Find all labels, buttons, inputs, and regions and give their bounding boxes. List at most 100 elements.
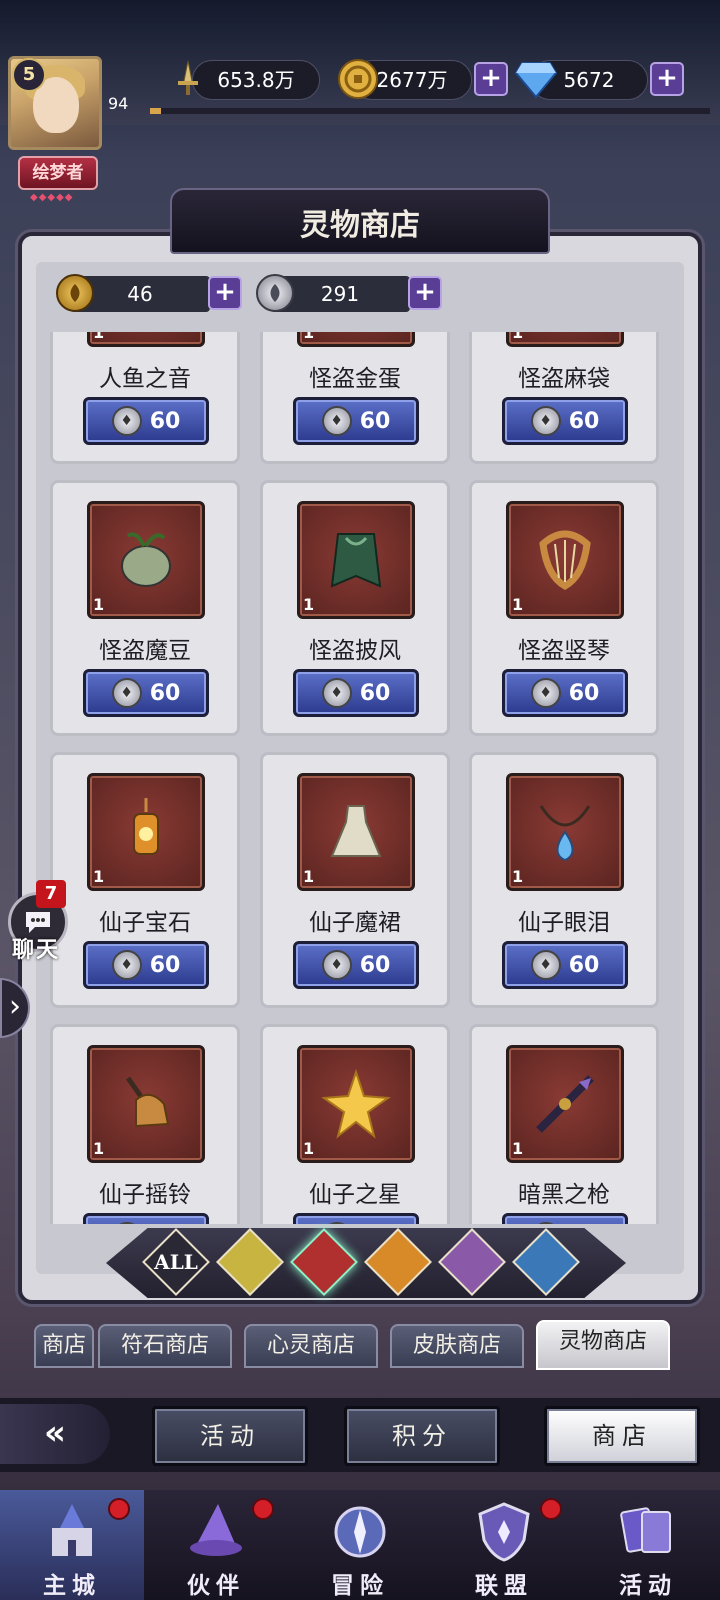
shop-item-card[interactable]: 1 仙子魔裙 ♦ 60 [260, 752, 450, 1008]
back-button[interactable]: « [0, 1404, 110, 1464]
filter-gem-button[interactable] [436, 1226, 508, 1298]
silver-spirit-coin-icon: ♦ [530, 1222, 561, 1224]
nav-item[interactable]: 冒险 [288, 1490, 432, 1600]
item-name: 仙子之星 [309, 1182, 401, 1208]
cloak-icon[interactable] [297, 501, 415, 619]
gold-plus-button[interactable]: + [474, 62, 508, 96]
nav-label: 联盟 [475, 1572, 533, 1599]
shop-item-card[interactable]: 1 仙子眼泪 ♦ 60 [469, 752, 659, 1008]
item-name: 仙子宝石 [99, 910, 191, 936]
item-name: 仙子摇铃 [99, 1182, 191, 1208]
player-level-badge: 5 [12, 58, 46, 92]
item-price: 60 [359, 952, 391, 978]
mode-button[interactable]: 积分 [344, 1406, 500, 1466]
shop-item-card[interactable]: 1 仙子之星 ♦60 [260, 1024, 450, 1224]
shop-item-card[interactable]: 1 怪盗魔豆 ♦ 60 [50, 480, 240, 736]
shop-item-card[interactable]: 1 怪盗金蛋 ♦ 60 [260, 332, 450, 464]
nav-label: 伙伴 [187, 1572, 245, 1599]
nav-item[interactable]: 主城 [0, 1490, 144, 1600]
star-icon[interactable] [297, 1045, 415, 1163]
silver-spirit-coin-icon: ♦ [111, 1222, 142, 1224]
sword-icon [164, 55, 212, 103]
gold-spirit-plus-button[interactable]: + [208, 276, 242, 310]
harp-icon[interactable] [506, 501, 624, 619]
mode-button[interactable]: 活动 [152, 1406, 308, 1466]
buy-button[interactable]: ♦60 [293, 669, 419, 717]
buy-button[interactable]: ♦60 [83, 1213, 209, 1224]
shop-subtab[interactable]: 心灵商店 [244, 1324, 378, 1368]
xp-bar [150, 108, 710, 114]
shop-item-grid[interactable]: 1 人鱼之音 ♦ 60 1 怪盗金蛋 ♦ 60 1 怪盗麻袋 ♦ 60 1 怪盗魔豆 ♦ 60 1 怪盗披风 ♦ 60… [36, 332, 684, 1224]
buy-button[interactable]: ♦60 [502, 1213, 628, 1224]
filter-all-button[interactable]: ALL [140, 1226, 212, 1298]
filter-label: ALL [154, 1250, 198, 1274]
silver-spirit-coin-icon [256, 274, 294, 312]
lantern-gem-icon[interactable] [87, 773, 205, 891]
item-quantity: 1 [93, 1139, 105, 1158]
buy-button[interactable]: ♦60 [293, 397, 419, 445]
diamond-plus-button[interactable]: + [650, 62, 684, 96]
item-price: 60 [359, 680, 391, 706]
filter-gem-button[interactable] [510, 1226, 582, 1298]
nav-label: 主城 [43, 1572, 101, 1599]
filter-gem-button[interactable] [214, 1226, 286, 1298]
item-quantity: 1 [512, 867, 524, 886]
shop-item-card[interactable]: 1 怪盗披风 ♦ 60 [260, 480, 450, 736]
item-quantity: 1 [512, 332, 524, 342]
fairy-dress-icon[interactable] [297, 773, 415, 891]
chat-label[interactable]: 聊天 [12, 932, 60, 964]
buy-button[interactable]: ♦60 [83, 669, 209, 717]
chat-unread-badge: 7 [36, 880, 66, 908]
item-quantity: 1 [512, 595, 524, 614]
filter-gem-button[interactable] [362, 1226, 434, 1298]
shop-item-card[interactable]: 1 仙子摇铃 ♦60 [50, 1024, 240, 1224]
buy-button[interactable]: ♦60 [293, 941, 419, 989]
notification-dot [108, 1498, 130, 1520]
buy-button[interactable]: ♦60 [83, 941, 209, 989]
nav-item[interactable]: 活动 [576, 1490, 720, 1600]
silver-spirit-coin-icon: ♦ [321, 406, 352, 436]
sack-icon[interactable] [506, 332, 624, 347]
item-price: 60 [568, 408, 600, 434]
teardrop-necklace-icon[interactable] [506, 773, 624, 891]
buy-button[interactable]: ♦ 60 [502, 669, 628, 717]
nav-item[interactable]: 联盟 [432, 1490, 576, 1600]
mermaid-shell-icon[interactable] [87, 332, 205, 347]
item-name: 人鱼之音 [99, 366, 191, 392]
golden-egg-icon[interactable] [297, 332, 415, 347]
item-quantity: 1 [303, 1139, 315, 1158]
buy-button[interactable]: ♦60 [502, 941, 628, 989]
filter-gem-button[interactable] [288, 1226, 360, 1298]
shop-subtab[interactable]: 符石商店 [98, 1324, 232, 1368]
item-price: 60 [568, 952, 600, 978]
shop-item-card[interactable]: 1 怪盗竖琴 ♦ 60 [469, 480, 659, 736]
mode-button[interactable]: 商店 [544, 1406, 700, 1466]
silver-spirit-coin-icon: ♦ [530, 678, 561, 708]
magic-bean-icon[interactable] [87, 501, 205, 619]
shop-item-card[interactable]: 1 仙子宝石 ♦ 60 [50, 752, 240, 1008]
title-badge[interactable]: 绘梦者 [18, 156, 98, 190]
shop-subtab[interactable]: 商店 [34, 1324, 94, 1368]
shop-subtab[interactable]: 皮肤商店 [390, 1324, 524, 1368]
item-name: 仙子眼泪 [518, 910, 610, 936]
bell-icon[interactable] [87, 1045, 205, 1163]
buy-button[interactable]: ♦ 60 [502, 397, 628, 445]
buy-button[interactable]: ♦60 [293, 1213, 419, 1224]
shop-item-card[interactable]: 1 人鱼之音 ♦ 60 [50, 332, 240, 464]
shield-icon [472, 1500, 536, 1564]
item-name: 仙子魔裙 [309, 910, 401, 936]
dark-spear-icon[interactable] [506, 1045, 624, 1163]
shop-item-card[interactable]: 1 暗黑之枪 ♦60 [469, 1024, 659, 1224]
item-price: 60 [149, 952, 181, 978]
shop-subtab[interactable]: 灵物商店 [536, 1320, 670, 1370]
item-price: 60 [568, 680, 600, 706]
silver-spirit-coin-icon: ♦ [530, 406, 561, 436]
shop-item-card[interactable]: 1 怪盗麻袋 ♦ 60 [469, 332, 659, 464]
item-name: 怪盗披风 [309, 638, 401, 664]
silver-spirit-coin-icon: ♦ [321, 1222, 352, 1224]
buy-button[interactable]: ♦60 [83, 397, 209, 445]
nav-label: 冒险 [331, 1572, 389, 1599]
nav-item[interactable]: 伙伴 [144, 1490, 288, 1600]
silver-spirit-plus-button[interactable]: + [408, 276, 442, 310]
notification-dot [540, 1498, 562, 1520]
